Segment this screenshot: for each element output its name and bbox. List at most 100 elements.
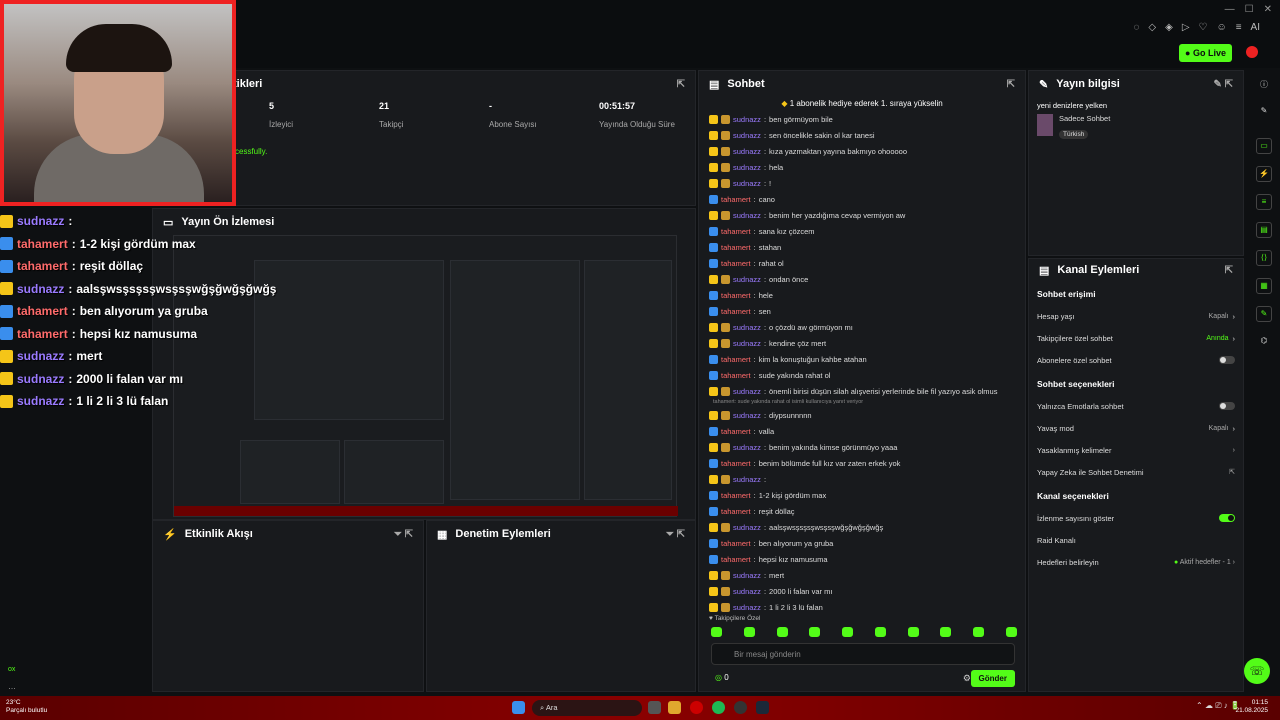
slow-mode-row[interactable]: Yavaş mod Kapalı › — [1029, 417, 1243, 439]
emote-icon[interactable] — [874, 627, 886, 637]
go-live-button[interactable]: ● Go Live — [1179, 44, 1232, 62]
chat-username[interactable]: tahamert — [721, 307, 751, 316]
emote-icon[interactable] — [743, 627, 755, 637]
chat-message[interactable]: sudnazz: mert — [709, 567, 1025, 583]
chat-username[interactable]: sudnazz — [733, 411, 761, 420]
layout-icon[interactable]: ▭ — [1256, 138, 1272, 154]
chat-username[interactable]: sudnazz — [733, 147, 761, 156]
send-button[interactable]: Gönder — [970, 670, 1015, 687]
set-goals-row[interactable]: Hedefleri belirleyin ● Aktif hedefler - 1… — [1029, 551, 1243, 573]
chat-message[interactable]: tahamert: ben alıyorum ya gruba — [709, 535, 1025, 551]
person-icon[interactable]: ☺ — [1216, 22, 1226, 33]
tray-icons[interactable]: ⌃ ☁ ⎚ ♪ 🔋 — [1196, 701, 1240, 711]
subscribers-toggle[interactable] — [1219, 356, 1235, 364]
chat-username[interactable]: sudnazz — [733, 523, 761, 532]
steam-icon[interactable] — [756, 701, 769, 714]
chat-message[interactable]: tahamert: hepsi kız namusuma — [709, 551, 1025, 567]
chat-message[interactable]: sudnazz: — [709, 471, 1025, 487]
banned-words-row[interactable]: Yasaklanmış kelimeler › — [1029, 439, 1243, 461]
chat-username[interactable]: tahamert — [721, 427, 751, 436]
chat-username[interactable]: tahamert — [721, 195, 751, 204]
raid-channel-row[interactable]: Raid Kanalı — [1029, 529, 1243, 551]
chat-username[interactable]: tahamert — [721, 291, 751, 300]
list-icon[interactable]: ≡ — [1256, 194, 1272, 210]
shield-icon[interactable]: ◈ — [1165, 22, 1173, 33]
windows-start-icon[interactable] — [512, 701, 525, 714]
chat-username[interactable]: sudnazz — [733, 443, 761, 452]
filter-icon[interactable]: ⏷ ⇱ — [666, 529, 685, 540]
list-icon[interactable]: ≡ — [1236, 22, 1242, 33]
heart-icon[interactable]: ♡ — [1199, 22, 1208, 33]
puzzle-icon[interactable]: ◇ — [1148, 22, 1156, 33]
chat-username[interactable]: sudnazz — [733, 339, 761, 348]
emote-icon[interactable] — [1005, 627, 1017, 637]
obs-icon[interactable] — [734, 701, 747, 714]
chat-message[interactable]: tahamert: reşit döllaç — [709, 503, 1025, 519]
minimize-icon[interactable]: — — [1225, 4, 1235, 15]
chat-username[interactable]: tahamert — [721, 371, 751, 380]
emote-icon[interactable] — [776, 627, 788, 637]
chat-username[interactable]: tahamert — [721, 259, 751, 268]
weather-widget[interactable]: 23°C Parçalı bulutlu — [6, 699, 47, 715]
chat-message[interactable]: sudnazz: benim yakında kimse görünmüyo ya… — [709, 439, 1025, 455]
chat-message[interactable]: sudnazz: aalsşwsşsşsşwsşsşwğşğwğşğwğş — [709, 519, 1025, 535]
chat-icon[interactable]: ▤ — [1256, 222, 1272, 238]
emote-icon[interactable] — [973, 627, 985, 637]
chat-message[interactable]: tahamert: benim bölümde full kız var zate… — [709, 455, 1025, 471]
emote-icon[interactable] — [842, 627, 854, 637]
chat-message[interactable]: tahamert: cano — [709, 191, 1025, 207]
show-viewers-toggle[interactable] — [1219, 514, 1235, 522]
chat-username[interactable]: tahamert — [721, 539, 751, 548]
spotify-icon[interactable] — [712, 701, 725, 714]
emote-icon[interactable] — [809, 627, 821, 637]
chat-username[interactable]: sudnazz — [733, 115, 761, 124]
clock[interactable]: 01:15 21.08.2025 — [1235, 699, 1268, 715]
chat-message[interactable]: sudnazz: kıza yazmaktan yayına bakmıyo oh… — [709, 143, 1025, 159]
chat-message[interactable]: sudnazz: o çözdü aw görmüyon mı — [709, 319, 1025, 335]
account-age-row[interactable]: Hesap yaşı Kapalı › — [1029, 305, 1243, 327]
chat-username[interactable]: sudnazz — [733, 587, 761, 596]
taskbar-search[interactable]: ⌕ Ara — [532, 700, 642, 716]
chat-username[interactable]: sudnazz — [733, 323, 761, 332]
chat-username[interactable]: tahamert — [721, 507, 751, 516]
edit-icon[interactable]: ✎ ⇱ — [1213, 79, 1233, 90]
settings-icon[interactable]: ⚙ — [963, 673, 971, 684]
popout-icon[interactable]: ⇱ — [1007, 79, 1015, 90]
bell-icon[interactable]: ◌ — [1133, 22, 1139, 33]
wrench-icon[interactable]: ✎ — [1256, 306, 1272, 322]
ai-label[interactable]: AI — [1251, 22, 1260, 33]
chat-username[interactable]: sudnazz — [733, 475, 761, 484]
connection-icon[interactable]: ⌬ — [1256, 334, 1272, 350]
chat-username[interactable]: sudnazz — [733, 571, 761, 580]
chat-username[interactable]: sudnazz — [733, 275, 761, 284]
opera-icon[interactable] — [690, 701, 703, 714]
chat-username[interactable]: sudnazz — [733, 211, 761, 220]
popout-icon[interactable]: ⇱ — [677, 79, 685, 90]
pencil-icon[interactable]: ✎ — [1256, 104, 1272, 120]
more-icon[interactable]: … — [8, 682, 16, 691]
chat-message[interactable]: tahamert:1-2 kişi gördüm max — [709, 487, 1025, 503]
chat-username[interactable]: sudnazz — [733, 603, 761, 612]
chat-message[interactable]: sudnazz: sen öncelikle sakin ol kar tanes… — [709, 127, 1025, 143]
emote-icon[interactable] — [907, 627, 919, 637]
chat-username[interactable]: sudnazz — [733, 163, 761, 172]
chat-username[interactable]: tahamert — [721, 491, 751, 500]
maximize-icon[interactable]: ☐ — [1245, 4, 1254, 15]
emotes-only-toggle[interactable] — [1219, 402, 1235, 410]
chat-message[interactable]: sudnazz:1 li 2 li 3 lü falan — [709, 599, 1025, 615]
chat-message[interactable]: tahamert: kim la konuştuğun kahbe atahan — [709, 351, 1025, 367]
grid-icon[interactable]: ▦ — [1256, 278, 1272, 294]
chat-username[interactable]: tahamert — [721, 555, 751, 564]
chat-message[interactable]: tahamert: rahat ol — [709, 255, 1025, 271]
support-chat-icon[interactable]: ☏ — [1244, 658, 1270, 684]
chat-message[interactable]: sudnazz: önemli birisi düşün silah alışve… — [709, 383, 1025, 399]
profile-icon[interactable] — [1246, 46, 1258, 58]
chat-message[interactable]: sudnazz: diypsunnnnn — [709, 407, 1025, 423]
chat-username[interactable]: sudnazz — [733, 131, 761, 140]
chat-message[interactable]: tahamert: sana kız çözcem — [709, 223, 1025, 239]
info-icon[interactable]: ⓘ — [1256, 78, 1272, 94]
chat-message[interactable]: sudnazz: ben görmüyom bile — [709, 111, 1025, 127]
followers-chat-row[interactable]: Takipçilere özel sohbet Anında › — [1029, 327, 1243, 349]
chat-message[interactable]: tahamert: hele — [709, 287, 1025, 303]
chat-username[interactable]: sudnazz — [733, 179, 761, 188]
